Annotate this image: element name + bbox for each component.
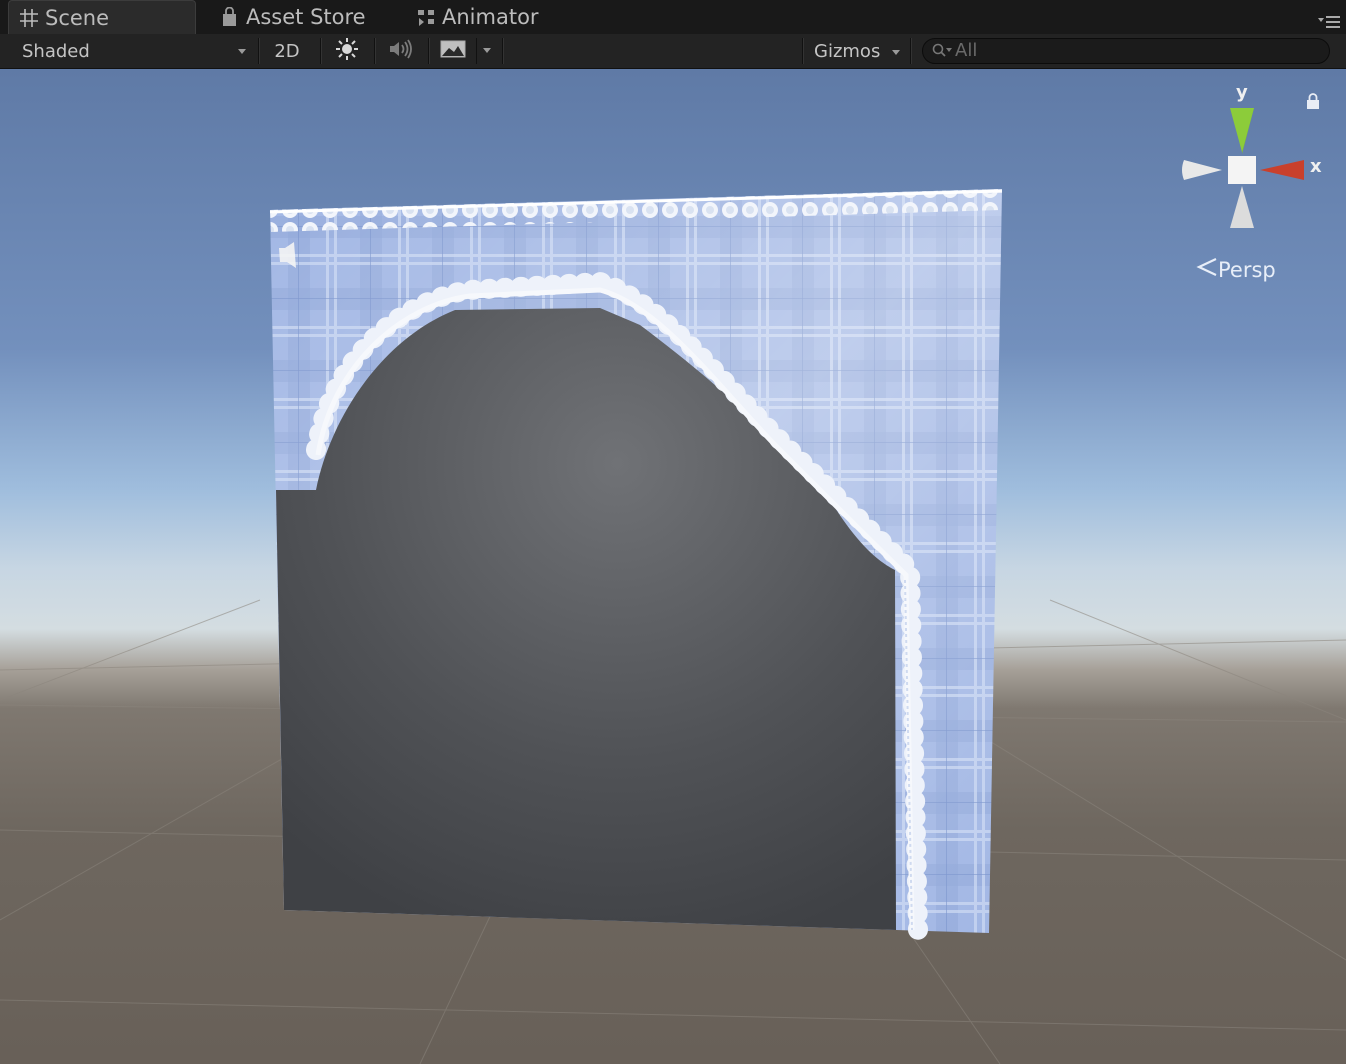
scene-orientation-gizmo[interactable]: y x	[1176, 82, 1326, 236]
scene-lighting-toggle[interactable]	[324, 34, 370, 68]
gizmos-dropdown[interactable]: Gizmos	[806, 34, 906, 68]
search-placeholder: All	[955, 40, 978, 61]
animator-icon	[416, 7, 436, 27]
2d-mode-label: 2D	[274, 40, 300, 62]
tab-animator[interactable]: Animator	[416, 0, 576, 34]
chevron-left-icon	[1196, 256, 1218, 283]
2d-mode-toggle[interactable]: 2D	[262, 34, 312, 68]
chevron-down-icon	[892, 50, 900, 55]
projection-toggle[interactable]: Persp	[1196, 256, 1276, 283]
tab-label: Scene	[45, 6, 110, 30]
projection-label: Persp	[1218, 257, 1276, 282]
scene-viewport[interactable]: y x Persp	[0, 69, 1346, 1064]
lock-icon[interactable]	[1306, 93, 1320, 109]
landscape-image-icon	[440, 40, 466, 63]
speaker-icon	[388, 38, 414, 65]
tab-scene[interactable]: Scene	[8, 0, 196, 35]
tab-bar: Scene Asset Store Animator	[0, 0, 1346, 35]
draw-mode-dropdown[interactable]: Shaded	[10, 34, 254, 68]
tab-asset-store[interactable]: Asset Store	[220, 0, 400, 34]
gizmo-x-label: x	[1310, 156, 1322, 177]
store-bag-icon	[220, 6, 240, 27]
scene-render	[0, 189, 1346, 1064]
search-icon	[932, 43, 952, 63]
draw-mode-value: Shaded	[22, 40, 90, 62]
scene-audio-toggle[interactable]	[378, 34, 424, 68]
grid-icon	[19, 8, 39, 28]
sun-icon	[336, 37, 358, 65]
tab-menu-icon[interactable]	[1318, 14, 1340, 28]
tab-label: Animator	[442, 5, 539, 29]
hierarchy-search-input[interactable]: All	[922, 38, 1330, 64]
chevron-down-icon	[483, 48, 491, 53]
scene-effects-dropdown[interactable]	[432, 34, 500, 68]
chevron-down-icon	[238, 49, 246, 54]
tab-label: Asset Store	[246, 5, 366, 29]
gizmos-label: Gizmos	[814, 40, 881, 62]
gizmo-y-label: y	[1236, 82, 1248, 103]
